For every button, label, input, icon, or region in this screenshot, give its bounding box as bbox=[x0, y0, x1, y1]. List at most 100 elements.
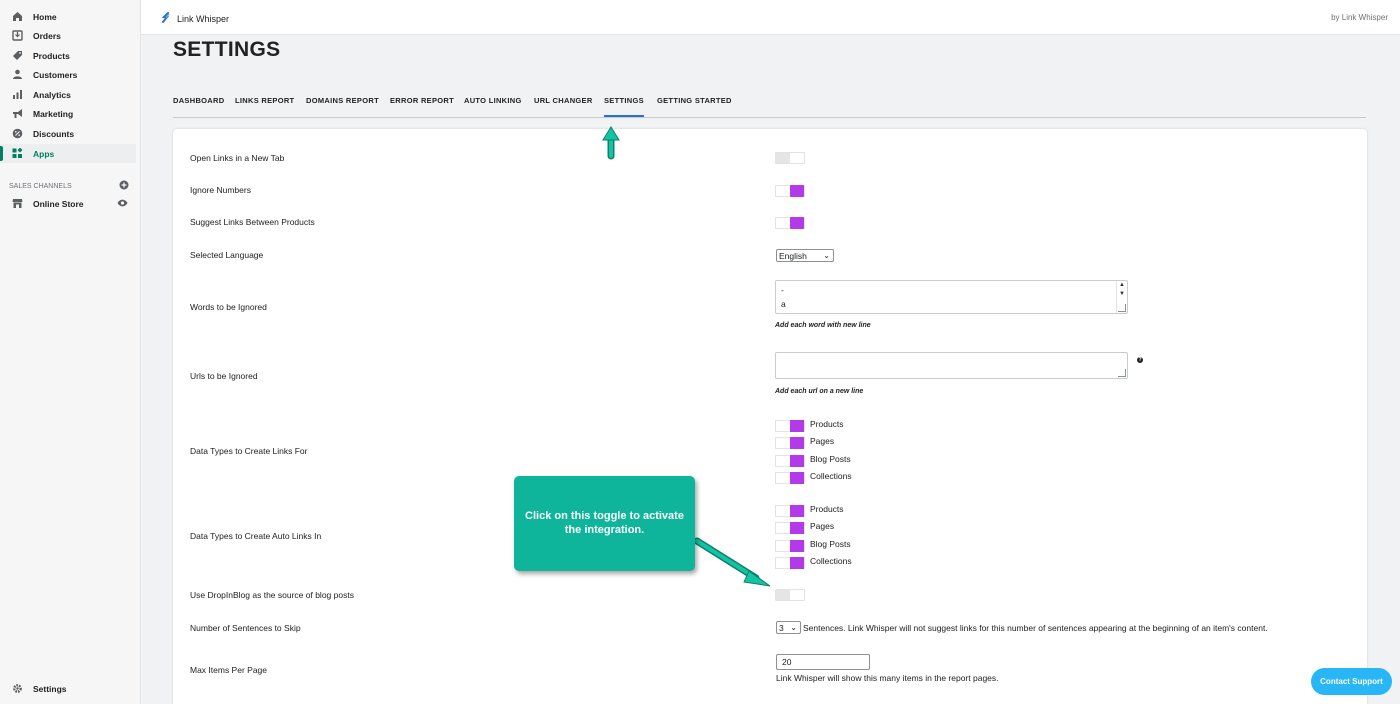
eye-icon[interactable] bbox=[117, 198, 128, 210]
sidebar-item-apps[interactable]: Apps bbox=[0, 144, 136, 163]
sentences-skip-select[interactable]: 3 ⌄ bbox=[776, 621, 801, 634]
link-whisper-logo-icon bbox=[161, 12, 171, 25]
sidebar-item-label: Settings bbox=[33, 683, 67, 694]
language-select[interactable]: English ⌄ bbox=[776, 249, 834, 262]
data-type-toggle[interactable] bbox=[775, 472, 805, 484]
sidebar-item-label: Apps bbox=[33, 148, 55, 159]
data-type-toggle[interactable] bbox=[775, 505, 805, 517]
gear-icon bbox=[12, 683, 23, 694]
instruction-callout: Click on this toggle to activate the int… bbox=[514, 476, 695, 571]
data-type-toggle[interactable] bbox=[775, 437, 805, 449]
data-type-label: Blog Posts bbox=[810, 539, 851, 549]
words-ignored-label: Words to be Ignored bbox=[190, 302, 267, 312]
max-items-hint: Link Whisper will show this many items i… bbox=[776, 673, 999, 683]
dropinblog-toggle[interactable] bbox=[775, 589, 805, 601]
sales-channels-label: SALES CHANNELS bbox=[9, 182, 72, 190]
scroll-up-icon[interactable]: ▲ bbox=[1119, 282, 1125, 288]
bar-chart-icon bbox=[12, 89, 23, 100]
ignore-numbers-toggle[interactable] bbox=[775, 185, 805, 197]
sidebar-item-settings[interactable]: Settings bbox=[0, 679, 136, 698]
sidebar-item-products[interactable]: Products bbox=[0, 46, 136, 65]
tab-url-changer[interactable]: URL CHANGER bbox=[534, 96, 593, 105]
settings-card bbox=[173, 129, 1367, 704]
words-ignored-line: - bbox=[781, 285, 784, 295]
home-icon bbox=[12, 11, 23, 22]
app-title: Link Whisper bbox=[161, 12, 229, 25]
urls-ignored-label: Urls to be Ignored bbox=[190, 371, 258, 381]
urls-ignored-textarea[interactable] bbox=[775, 352, 1128, 379]
tab-bar: DASHBOARD LINKS REPORT DOMAINS REPORT ER… bbox=[173, 90, 1366, 118]
person-icon bbox=[12, 69, 23, 80]
tab-domains-report[interactable]: DOMAINS REPORT bbox=[306, 96, 379, 105]
max-items-label: Max Items Per Page bbox=[190, 665, 268, 675]
sentences-skip-label: Number of Sentences to Skip bbox=[190, 623, 301, 633]
help-icon[interactable]: ? bbox=[1137, 357, 1143, 363]
tab-dashboard[interactable]: DASHBOARD bbox=[173, 96, 224, 105]
words-ignored-textarea[interactable]: - a ▲ ▼ bbox=[775, 280, 1128, 314]
discount-icon bbox=[12, 128, 23, 139]
max-items-value: 20 bbox=[782, 657, 792, 667]
resize-handle-icon[interactable] bbox=[1118, 369, 1126, 377]
sidebar-item-orders[interactable]: Orders bbox=[0, 26, 136, 45]
suggest-links-label: Suggest Links Between Products bbox=[190, 217, 315, 227]
tab-links-report[interactable]: LINKS REPORT bbox=[235, 96, 294, 105]
urls-ignored-hint: Add each url on a new line bbox=[775, 388, 864, 395]
tab-getting-started[interactable]: GETTING STARTED bbox=[657, 96, 732, 105]
sentences-skip-value: 3 bbox=[779, 622, 784, 633]
sidebar-item-label: Analytics bbox=[33, 89, 71, 100]
tab-auto-linking[interactable]: AUTO LINKING bbox=[464, 96, 522, 105]
data-type-label: Pages bbox=[810, 436, 835, 446]
app-name: Link Whisper bbox=[177, 13, 230, 24]
tab-error-report[interactable]: ERROR REPORT bbox=[390, 96, 454, 105]
data-type-label: Collections bbox=[810, 556, 852, 566]
sidebar-item-analytics[interactable]: Analytics bbox=[0, 85, 136, 104]
language-select-value: English bbox=[779, 250, 807, 261]
max-items-input[interactable]: 20 bbox=[776, 654, 870, 670]
tag-icon bbox=[12, 50, 23, 61]
add-channel-icon[interactable] bbox=[119, 180, 129, 192]
sidebar-item-label: Marketing bbox=[33, 108, 74, 119]
sidebar-item-label: Home bbox=[33, 11, 57, 22]
data-type-toggle[interactable] bbox=[775, 455, 805, 467]
data-type-label: Products bbox=[810, 504, 844, 514]
dropinblog-label: Use DropInBlog as the source of blog pos… bbox=[190, 590, 354, 600]
contact-support-button[interactable]: Contact Support bbox=[1311, 668, 1392, 695]
data-types-auto-label: Data Types to Create Auto Links In bbox=[190, 531, 322, 541]
sidebar-item-customers[interactable]: Customers bbox=[0, 65, 136, 84]
apps-icon bbox=[12, 148, 23, 159]
suggest-links-toggle[interactable] bbox=[775, 217, 805, 229]
data-type-label: Pages bbox=[810, 521, 835, 531]
sidebar-item-label: Discounts bbox=[33, 128, 75, 139]
open-links-label: Open Links in a New Tab bbox=[190, 153, 285, 163]
sidebar-item-home[interactable]: Home bbox=[0, 7, 136, 26]
data-type-toggle[interactable] bbox=[775, 540, 805, 552]
chevron-down-icon: ⌄ bbox=[823, 251, 830, 260]
data-type-toggle[interactable] bbox=[775, 522, 805, 534]
sidebar-item-online-store[interactable]: Online Store bbox=[0, 194, 136, 213]
sentences-skip-description: Sentences. Link Whisper will not suggest… bbox=[803, 623, 1268, 633]
sidebar-item-discounts[interactable]: Discounts bbox=[0, 124, 136, 143]
app-topbar: Link Whisper by Link Whisper bbox=[141, 0, 1400, 35]
orders-icon bbox=[12, 30, 23, 41]
data-type-label: Products bbox=[810, 419, 844, 429]
sidebar: Home Orders Products Customers Analytics… bbox=[0, 0, 141, 704]
megaphone-icon bbox=[12, 108, 23, 119]
sidebar-item-marketing[interactable]: Marketing bbox=[0, 104, 136, 123]
scroll-down-icon[interactable]: ▼ bbox=[1119, 291, 1125, 297]
open-links-toggle[interactable] bbox=[775, 152, 805, 164]
data-type-label: Blog Posts bbox=[810, 454, 851, 464]
resize-handle-icon[interactable] bbox=[1118, 304, 1126, 312]
words-ignored-line: a bbox=[781, 299, 786, 309]
tab-settings[interactable]: SETTINGS bbox=[604, 96, 644, 117]
data-type-toggle[interactable] bbox=[775, 557, 805, 569]
sidebar-item-label: Orders bbox=[33, 30, 61, 41]
words-ignored-hint: Add each word with new line bbox=[775, 322, 871, 329]
chevron-down-icon: ⌄ bbox=[790, 623, 797, 632]
store-icon bbox=[12, 198, 23, 209]
language-label: Selected Language bbox=[190, 250, 264, 260]
data-type-label: Collections bbox=[810, 471, 852, 481]
page-title: SETTINGS bbox=[173, 38, 281, 61]
sales-channels-header: SALES CHANNELS bbox=[9, 180, 129, 192]
data-type-toggle[interactable] bbox=[775, 420, 805, 432]
data-types-links-label: Data Types to Create Links For bbox=[190, 446, 308, 456]
